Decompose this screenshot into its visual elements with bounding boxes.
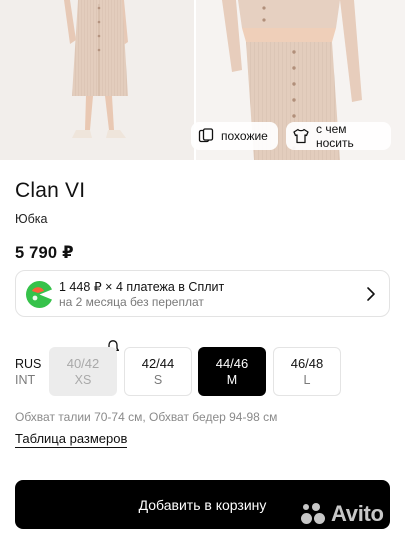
split-payment-card[interactable]: 1 448 ₽ × 4 платежа в Сплит на 2 месяца … — [15, 270, 390, 317]
size-int-label: S — [153, 372, 163, 387]
product-brand: Clan VI — [15, 179, 86, 202]
what-to-wear-button[interactable]: с чем носить — [286, 122, 391, 150]
size-system-labels: RUS INT — [15, 356, 41, 388]
shirt-icon — [292, 127, 310, 145]
size-int-label: XS — [74, 372, 92, 387]
size-table-link[interactable]: Таблица размеров — [15, 431, 128, 448]
size-system-rus: RUS — [15, 357, 42, 371]
split-offer-text: 1 448 ₽ × 4 платежа в Сплит — [59, 280, 225, 294]
size-rus-label: 44/46 — [215, 355, 249, 371]
product-category: Юбка — [15, 212, 48, 226]
size-option-42-44[interactable]: 42/44 S — [124, 347, 192, 396]
size-option-44-46[interactable]: 44/46 M — [198, 347, 266, 396]
add-to-cart-button[interactable]: Добавить в корзину — [15, 480, 390, 529]
size-measurements: Обхват талии 70-74 см, Обхват бедер 94-9… — [15, 410, 278, 424]
size-int-label: M — [226, 372, 238, 387]
similar-button[interactable]: похожие — [191, 122, 278, 150]
similar-icon — [197, 127, 215, 145]
size-rus-label: 40/42 — [66, 355, 100, 371]
product-photo-1[interactable] — [0, 0, 194, 160]
size-rus-label: 46/48 — [290, 355, 324, 371]
split-offer-subtext: на 2 месяца без переплат — [59, 295, 204, 309]
product-price: 5 790 ₽ — [15, 244, 74, 262]
product-photo-1-image — [0, 0, 194, 160]
similar-label: похожие — [221, 129, 268, 143]
size-option-40-42[interactable]: 40/42 XS — [49, 347, 117, 396]
chevron-right-icon — [365, 285, 377, 303]
size-rus-label: 42/44 — [141, 355, 175, 371]
size-system-int: INT — [15, 373, 36, 387]
size-option-46-48[interactable]: 46/48 L — [273, 347, 341, 396]
product-gallery[interactable]: похожие с чем носить — [0, 0, 405, 160]
what-to-wear-label: с чем носить — [316, 122, 354, 150]
split-logo-icon — [26, 281, 55, 308]
size-int-label: L — [303, 372, 311, 387]
add-to-cart-label: Добавить в корзину — [138, 496, 267, 513]
